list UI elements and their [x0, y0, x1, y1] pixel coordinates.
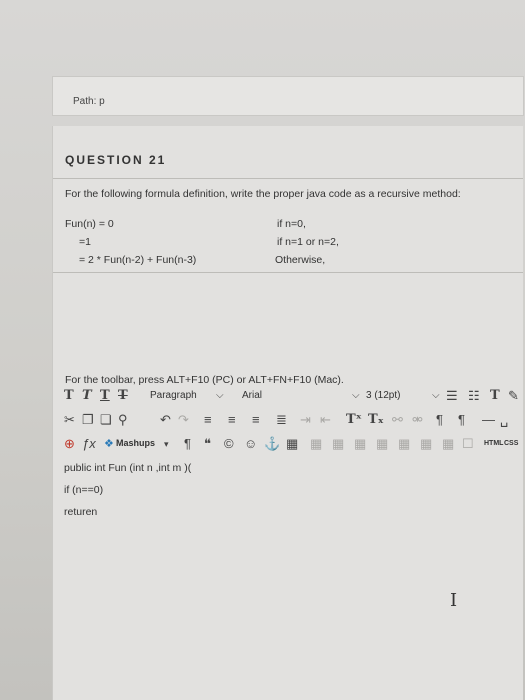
- answer-line-1: public int Fun (int n ,int m )(: [64, 462, 192, 474]
- paste-icon[interactable]: ❏: [100, 412, 112, 428]
- undo-icon[interactable]: ↶: [160, 412, 171, 428]
- numbered-list-icon[interactable]: ☷: [468, 388, 480, 404]
- text-cursor-icon: I: [450, 590, 458, 611]
- mashups-menu[interactable]: Mashups: [116, 438, 155, 448]
- strikethrough-icon[interactable]: T: [118, 388, 128, 404]
- text-color-icon[interactable]: T: [490, 388, 500, 404]
- table-icon[interactable]: ▦: [286, 436, 298, 452]
- table-split-icon[interactable]: ▦: [376, 436, 388, 452]
- question-title: QUESTION 21: [65, 153, 167, 167]
- align-left-icon[interactable]: ≡: [204, 412, 212, 428]
- emoticon-icon[interactable]: ☺: [244, 436, 257, 452]
- font-size-select[interactable]: 3 (12pt): [366, 390, 400, 401]
- bold-icon[interactable]: T: [64, 388, 74, 404]
- css-button[interactable]: CSS: [504, 440, 518, 447]
- bullet-list-icon[interactable]: ☰: [446, 388, 458, 404]
- redo-icon[interactable]: ↷: [178, 412, 189, 428]
- table-merge-icon[interactable]: ▦: [354, 436, 366, 452]
- formula-line-1-right: if n=0,: [277, 218, 306, 230]
- find-icon[interactable]: ⚲: [118, 412, 128, 428]
- formula-line-2-right: if n=1 or n=2,: [277, 236, 339, 248]
- formula-line-3-right: Otherwise,: [275, 254, 326, 266]
- chevron-down-icon[interactable]: ⌵: [432, 388, 440, 404]
- copy-icon[interactable]: ❐: [82, 412, 94, 428]
- answer-line-2: if (n==0): [64, 484, 104, 496]
- align-center-icon[interactable]: ≡: [228, 412, 236, 428]
- divider: [53, 272, 523, 273]
- superscript-icon[interactable]: Tˣ: [346, 412, 362, 428]
- formula-line-1-left: Fun(n) = 0: [65, 218, 114, 230]
- screen-frame: Path: p QUESTION 21 For the following fo…: [0, 0, 525, 700]
- underline-icon[interactable]: T: [100, 388, 110, 404]
- link-icon[interactable]: ⚯: [392, 412, 403, 428]
- chevron-down-icon[interactable]: ▾: [164, 436, 169, 452]
- highlight-icon[interactable]: ✎: [508, 388, 519, 404]
- toolbar-hint: For the toolbar, press ALT+F10 (PC) or A…: [65, 374, 344, 386]
- blockquote-icon[interactable]: ❝: [204, 436, 211, 452]
- paragraph-mark-icon[interactable]: ¶: [184, 436, 191, 452]
- font-family-select[interactable]: Arial: [242, 390, 262, 401]
- formula-line-2-left: =1: [79, 236, 91, 248]
- copyright-icon[interactable]: ©: [224, 436, 234, 452]
- add-content-icon[interactable]: ⊕: [64, 436, 75, 452]
- indent-icon[interactable]: ⇥: [300, 412, 311, 428]
- divider: [53, 178, 523, 179]
- cell-props-icon[interactable]: ▦: [442, 436, 454, 452]
- table-col-icon[interactable]: ▦: [332, 436, 344, 452]
- toolbar-row-1: T T T T Paragraph ⌵ Arial ⌵ 3 (12pt) ⌵ ☰…: [64, 388, 522, 410]
- path-bar: Path: p: [52, 76, 524, 116]
- table-props-icon[interactable]: ▦: [398, 436, 410, 452]
- question-prompt: For the following formula definition, wr…: [65, 188, 461, 200]
- cut-icon[interactable]: ✂: [64, 412, 75, 428]
- table-row-icon[interactable]: ▦: [310, 436, 322, 452]
- formula-line-3-left: = 2 * Fun(n-2) + Fun(n-3): [79, 254, 197, 266]
- italic-icon[interactable]: T: [82, 388, 92, 404]
- rtl-icon[interactable]: ¶: [458, 412, 465, 428]
- path-label: Path: p: [73, 96, 105, 107]
- anchor-icon[interactable]: ⚓: [264, 436, 280, 452]
- mashups-icon[interactable]: ❖: [104, 436, 114, 452]
- ltr-icon[interactable]: ¶: [436, 412, 443, 428]
- chevron-down-icon[interactable]: ⌵: [216, 388, 224, 404]
- checkbox-icon[interactable]: ☐: [462, 436, 474, 452]
- formula-icon[interactable]: ƒx: [82, 436, 96, 452]
- align-right-icon[interactable]: ≡: [252, 412, 260, 428]
- paragraph-select[interactable]: Paragraph: [150, 390, 197, 401]
- chevron-down-icon[interactable]: ⌵: [352, 388, 360, 404]
- unlink-icon[interactable]: ⚮: [412, 412, 423, 428]
- horizontal-rule-icon[interactable]: —: [482, 412, 495, 428]
- nonbreaking-space-icon[interactable]: ␣: [500, 412, 508, 428]
- toolbar-row-3: ⊕ ƒx ❖ Mashups ▾ ¶ ❝ © ☺ ⚓ ▦ ▦ ▦ ▦ ▦ ▦ ▦…: [64, 436, 522, 458]
- outdent-icon[interactable]: ⇤: [320, 412, 331, 428]
- table-delete-icon[interactable]: ▦: [420, 436, 432, 452]
- toolbar-row-2: ✂ ❐ ❏ ⚲ ↶ ↷ ≡ ≡ ≡ ≣ ⇥ ⇤ Tˣ Tₓ ⚯ ⚮ ¶ ¶ — …: [64, 412, 522, 434]
- justify-icon[interactable]: ≣: [276, 412, 287, 428]
- html-button[interactable]: HTML: [484, 440, 503, 447]
- answer-line-3: returen: [64, 506, 98, 518]
- subscript-icon[interactable]: Tₓ: [368, 412, 384, 428]
